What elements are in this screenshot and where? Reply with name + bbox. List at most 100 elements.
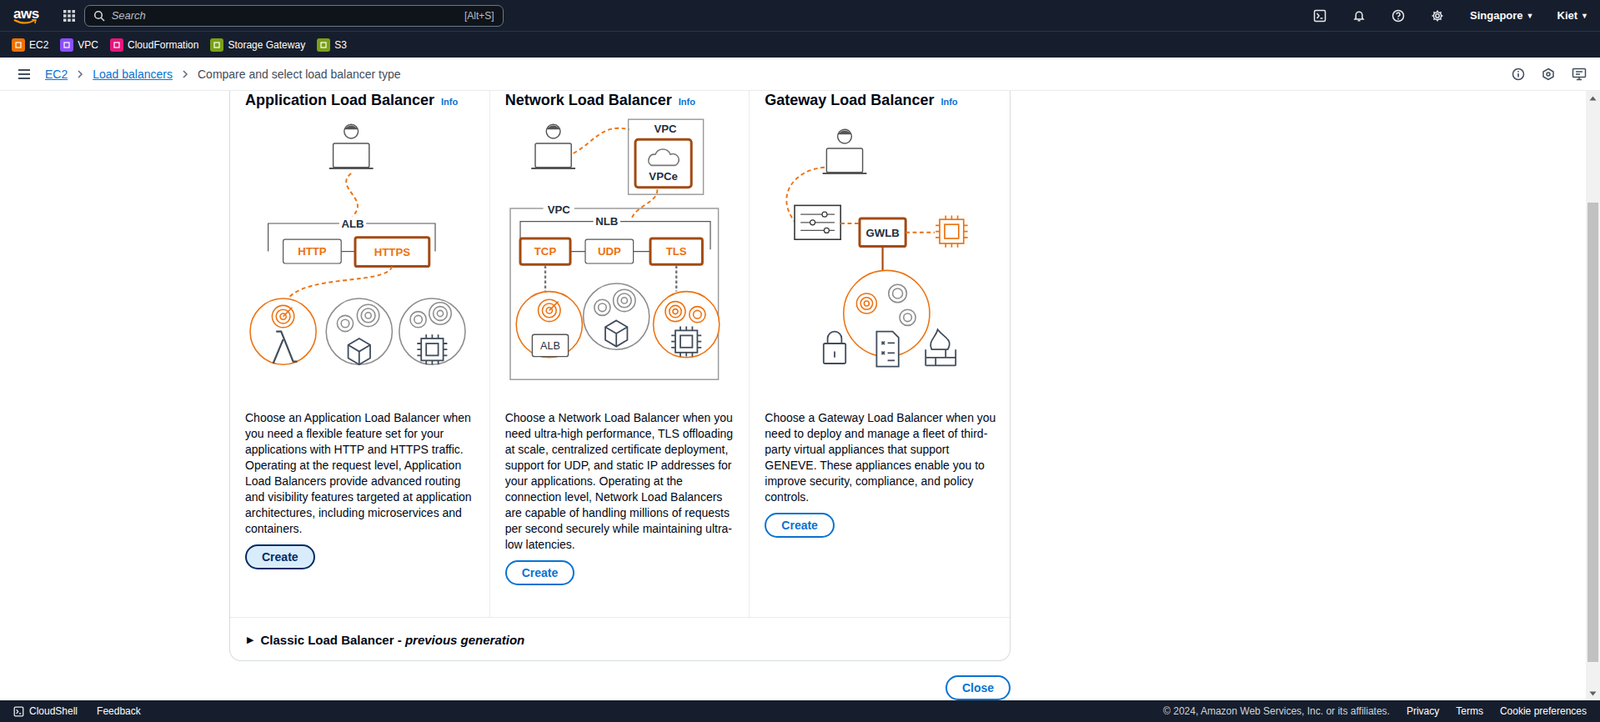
footer-link[interactable]: Cookie preferences [1499, 705, 1587, 718]
gwlb-label: GWLB [866, 226, 900, 240]
virtual-appliance-chip-icon [936, 215, 969, 247]
protocol-box: TCP [520, 238, 571, 265]
service-icon [11, 38, 26, 52]
footer-link[interactable]: Terms [1455, 705, 1484, 718]
user-icon [822, 129, 868, 174]
favorite-item[interactable]: Storage Gateway [210, 38, 306, 52]
notifications-bell-icon[interactable] [1352, 9, 1366, 23]
nav-utilities: Singapore▼Kiet▼ [1313, 9, 1589, 23]
main-area: Application Load BalancerInfoALBHTTPHTTP… [0, 90, 1600, 701]
favorite-item[interactable]: VPC [60, 38, 99, 52]
target-group-circle [516, 291, 582, 358]
lambda-icon [273, 331, 298, 364]
chevron-right-icon [180, 70, 190, 79]
vertical-scrollbar[interactable] [1585, 90, 1600, 701]
account-menu[interactable]: Kiet▼ [1557, 9, 1589, 22]
account-label: Kiet [1557, 9, 1579, 22]
service-icon [316, 38, 331, 52]
load-balancer-option: Network Load BalancerInfoVPCVPCVPCeNLBTC… [490, 90, 751, 617]
vpc-label: VPC [546, 203, 571, 216]
footer-link[interactable]: Privacy [1406, 705, 1440, 718]
option-title: Network Load Balancer [505, 91, 673, 110]
favorite-item[interactable]: EC2 [11, 38, 49, 52]
classic-load-balancer-expander[interactable]: ▶Classic Load Balancer - previous genera… [230, 617, 1010, 661]
protocol-box: TLS [650, 238, 703, 265]
breadcrumb-item[interactable]: EC2 [45, 67, 68, 81]
help-icon[interactable] [1391, 9, 1405, 23]
load-balancer-option: Application Load BalancerInfoALBHTTPHTTP… [230, 90, 491, 617]
appliance-sliders-icon [794, 205, 841, 240]
cloudshell-icon[interactable] [1313, 9, 1327, 23]
svg-text:TLS: TLS [665, 245, 687, 258]
breadcrumb-bar: EC2 Load balancers Compare and select load… [0, 57, 1600, 91]
create-button[interactable]: Create [505, 560, 576, 586]
region-selector[interactable]: Singapore▼ [1469, 9, 1535, 22]
checklist-document-icon [877, 331, 899, 367]
info-link[interactable]: Info [678, 96, 696, 107]
svg-text:HTTP: HTTP [297, 245, 327, 258]
scroll-track[interactable] [1585, 105, 1600, 687]
instance-chip-icon [416, 334, 447, 365]
service-glyph-icon [14, 40, 23, 50]
breadcrumbs: EC2 Load balancers Compare and select load… [45, 67, 402, 81]
feedback-link[interactable]: Feedback [96, 705, 141, 718]
target-group-circle [652, 291, 719, 358]
top-navigation: awsSearch[Alt+S]Singapore▼Kiet▼ [0, 0, 1600, 31]
info-link[interactable]: Info [441, 96, 458, 107]
page-actions: Close [229, 675, 1011, 701]
load-balancer-option: Gateway Load BalancerInfoGWLBChoose a Ga… [749, 90, 1010, 617]
favorite-label: Storage Gateway [227, 39, 306, 51]
info-link[interactable]: Info [940, 96, 958, 107]
lock-icon [823, 331, 846, 364]
nlb-diagram: VPCVPCVPCeNLBTCPUDPTLSALB [505, 113, 736, 384]
search-icon [93, 10, 106, 22]
aws-smile-icon [13, 19, 37, 26]
breadcrumb-item[interactable]: Load balancers [92, 67, 173, 81]
scroll-thumb[interactable] [1587, 202, 1599, 663]
option-description: Choose a Network Load Balancer when you … [505, 410, 738, 553]
alb-diagram: ALBHTTPHTTPS [245, 113, 476, 384]
nlb-group-label: NLB [595, 215, 618, 228]
breadcrumb-item: Compare and select load balancer type [197, 67, 402, 81]
scroll-up-arrow-icon[interactable] [1589, 90, 1597, 106]
footer-right: © 2024, Amazon Web Services, Inc. or its… [1163, 705, 1587, 718]
content: Application Load BalancerInfoALBHTTPHTTP… [0, 90, 1586, 701]
notifications-panel-icon[interactable] [1541, 67, 1555, 81]
scroll-down-arrow-icon[interactable] [1589, 686, 1597, 701]
cloudshell-button[interactable]: CloudShell [13, 705, 78, 718]
cloudshell-label: CloudShell [29, 705, 78, 718]
side-menu-icon[interactable] [17, 68, 31, 81]
services-grid-icon[interactable] [62, 9, 76, 23]
svg-text:HTTPS: HTTPS [374, 245, 411, 259]
protocol-box: UDP [585, 239, 634, 264]
target-group-circle [399, 298, 466, 365]
service-glyph-icon [212, 40, 221, 50]
option-description: Choose a Gateway Load Balancer when you … [764, 410, 998, 506]
create-button[interactable]: Create [764, 512, 835, 538]
svg-text:TCP: TCP [533, 245, 557, 258]
region-label: Singapore [1469, 9, 1524, 22]
target-alb-label: ALB [540, 340, 561, 352]
load-balancer-columns: Application Load BalancerInfoALBHTTPHTTP… [230, 90, 1010, 618]
settings-gear-icon[interactable] [1430, 9, 1445, 23]
gwlb-diagram: GWLB [764, 113, 995, 384]
feedback-monitor-icon[interactable] [1571, 67, 1587, 81]
user-icon [329, 124, 374, 169]
favorite-item[interactable]: S3 [316, 38, 347, 52]
service-glyph-icon [62, 40, 71, 50]
info-icon[interactable] [1511, 67, 1525, 81]
console-footer: CloudShell Feedback © 2024, Amazon Web Ser… [0, 700, 1600, 722]
region-caret: ▼ [1526, 11, 1535, 21]
favorite-item[interactable]: CloudFormation [110, 38, 199, 52]
svg-text:UDP: UDP [597, 245, 622, 258]
favorite-label: VPC [77, 39, 99, 51]
copyright: © 2024, Amazon Web Services, Inc. or its… [1163, 705, 1390, 718]
favorite-label: CloudFormation [127, 39, 199, 51]
search-field[interactable]: Search[Alt+S] [84, 5, 504, 27]
search-shortcut: [Alt+S] [464, 10, 495, 22]
page-tools [1511, 67, 1587, 81]
close-button[interactable]: Close [945, 675, 1011, 701]
create-button[interactable]: Create [245, 544, 316, 570]
option-header: Network Load Balancer Info [505, 91, 738, 112]
aws-logo[interactable]: aws [13, 6, 40, 26]
